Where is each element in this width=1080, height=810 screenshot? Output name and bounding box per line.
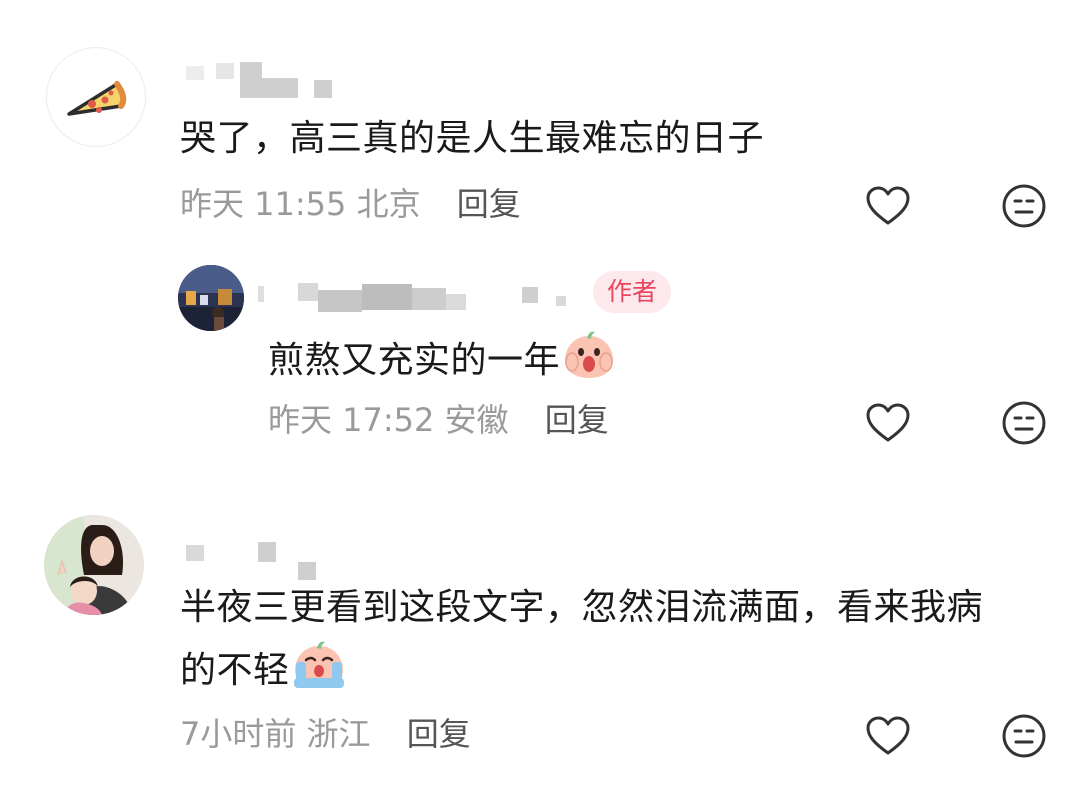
comment-text-content: 的不轻 xyxy=(180,650,290,691)
pizza-icon xyxy=(67,81,127,116)
comment-meta: 昨天 11:55 北京 回复 xyxy=(180,184,521,224)
comment-location: 浙江 xyxy=(306,715,371,753)
reply-text-content: 煎熬又充实的一年 xyxy=(268,340,561,381)
avatar-photo xyxy=(178,265,244,331)
comment-time: 7小时前 xyxy=(180,715,297,753)
comment-time: 昨天 11:55 xyxy=(180,185,347,223)
author-badge: 作者 xyxy=(593,271,672,313)
heart-outline-icon[interactable] xyxy=(864,712,912,760)
crying-peach-emoji xyxy=(293,641,344,688)
neutral-face-icon[interactable] xyxy=(1000,712,1048,760)
reply-button[interactable]: 回复 xyxy=(545,401,609,439)
comment-location: 北京 xyxy=(356,185,421,223)
neutral-face-icon[interactable] xyxy=(1000,182,1048,230)
neutral-face-icon[interactable] xyxy=(1000,399,1048,447)
shocked-peach-emoji xyxy=(565,331,614,378)
comment-text-line1: 半夜三更看到这段文字，忽然泪流满面，看来我病 xyxy=(180,587,984,628)
reply-button[interactable]: 回复 xyxy=(457,185,521,223)
reply-time: 昨天 17:52 xyxy=(268,401,435,439)
reply-button[interactable]: 回复 xyxy=(407,715,471,753)
avatar-photo xyxy=(44,515,144,615)
reply-meta: 昨天 17:52 安徽 回复 xyxy=(268,400,609,440)
heart-outline-icon[interactable] xyxy=(864,399,912,447)
avatar[interactable] xyxy=(178,265,244,331)
comment-text-line2: 的不轻 xyxy=(180,640,348,699)
heart-outline-icon[interactable] xyxy=(864,182,912,230)
reply-text: 煎熬又充实的一年 xyxy=(268,330,618,389)
comment-meta: 7小时前 浙江 回复 xyxy=(180,714,471,754)
avatar[interactable] xyxy=(44,515,144,615)
reply-location: 安徽 xyxy=(444,401,509,439)
avatar[interactable] xyxy=(46,47,146,147)
comment-text: 哭了，高三真的是人生最难忘的日子 xyxy=(180,118,765,159)
